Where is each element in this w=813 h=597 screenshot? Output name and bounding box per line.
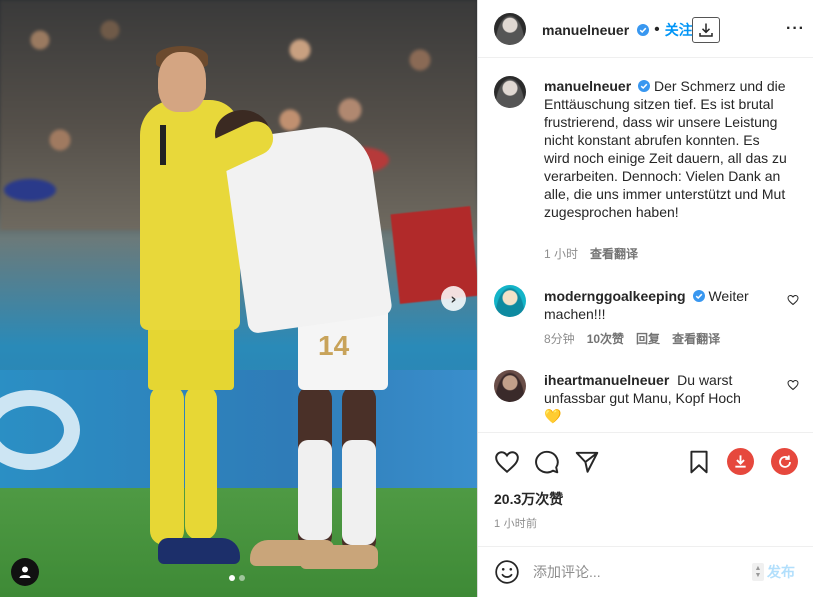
share-icon[interactable] xyxy=(574,449,600,475)
comments-list[interactable]: manuelneuer Der Schmerz und die Enttäusc… xyxy=(478,59,813,432)
user-icon xyxy=(19,566,31,578)
avatar[interactable] xyxy=(494,76,526,108)
post-time: 1 小时前 xyxy=(494,518,538,530)
carousel-dot xyxy=(239,575,245,581)
download-icon xyxy=(735,455,746,468)
comment-icon[interactable] xyxy=(534,449,560,475)
figure-part xyxy=(298,440,332,540)
avatar[interactable] xyxy=(494,370,526,402)
caption-author[interactable]: manuelneuer xyxy=(544,78,631,94)
figure-part xyxy=(185,385,217,540)
follow-button[interactable]: 关注 xyxy=(665,20,693,40)
bookmark-icon[interactable] xyxy=(686,449,712,475)
emoji-icon[interactable] xyxy=(494,559,520,585)
refresh-icon xyxy=(778,455,791,468)
post-side-panel: manuelneuer • 关注 ··· manuelneuer Der Sch… xyxy=(477,0,813,597)
comment: modernggoalkeeping Weiter machen!!! xyxy=(544,287,769,323)
download-media-button[interactable] xyxy=(727,448,754,475)
verified-badge-icon xyxy=(692,290,705,302)
reply-button[interactable]: 回复 xyxy=(636,330,660,347)
like-comment-icon[interactable] xyxy=(787,379,799,391)
figure-part xyxy=(342,440,376,545)
comment-author[interactable]: modernggoalkeeping xyxy=(544,288,686,304)
see-translation-link[interactable]: 查看翻译 xyxy=(590,245,638,262)
caption: manuelneuer Der Schmerz und die Enttäusc… xyxy=(544,77,788,221)
caption-text: Der Schmerz und die Enttäuschung sitzen … xyxy=(544,78,787,220)
publish-label: 发布 xyxy=(767,564,795,580)
comment-author[interactable]: iheartmanuelneuer xyxy=(544,372,669,388)
carousel-dot xyxy=(229,575,235,581)
figure-part xyxy=(150,385,184,545)
carousel-next-button[interactable]: › xyxy=(441,286,466,311)
avatar[interactable] xyxy=(494,13,526,45)
post-actions: 20.3万次赞 1 小时前 xyxy=(478,432,813,547)
comment-composer: ▲▼ 发布 xyxy=(478,546,813,597)
download-icon xyxy=(699,23,713,37)
see-translation-link[interactable]: 查看翻译 xyxy=(672,330,720,347)
like-comment-icon[interactable] xyxy=(787,294,799,306)
flag xyxy=(390,206,477,304)
comment-input[interactable] xyxy=(533,560,743,584)
heart-icon[interactable] xyxy=(494,449,520,475)
chevron-right-icon: › xyxy=(450,289,457,308)
figure-part xyxy=(158,52,206,112)
figure-part xyxy=(160,125,166,165)
drag-handle-icon: ▲ ▼ xyxy=(752,563,764,581)
caption-time: 1 小时 xyxy=(544,247,579,261)
verified-badge-icon xyxy=(638,80,651,92)
more-options-button[interactable]: ··· xyxy=(786,20,805,38)
carousel-dots xyxy=(229,575,245,581)
caption-meta: 1 小时 查看翻译 xyxy=(544,245,638,262)
comment-meta: 8分钟 10次赞 回复 查看翻译 xyxy=(544,330,720,347)
separator: • xyxy=(654,21,660,38)
comment: iheartmanuelneuer Du warst unfassbar gut… xyxy=(544,371,769,426)
yellow-heart-emoji: 💛 xyxy=(544,409,562,425)
comment-likes[interactable]: 10次赞 xyxy=(587,330,624,347)
verified-badge-icon xyxy=(637,24,650,36)
download-button[interactable] xyxy=(692,17,720,43)
tagged-users-button[interactable] xyxy=(11,558,39,586)
figure-part xyxy=(158,538,240,564)
post-header: manuelneuer • 关注 ··· xyxy=(478,0,813,58)
like-count[interactable]: 20.3万次赞 xyxy=(494,489,563,509)
repost-button[interactable] xyxy=(771,448,798,475)
comment-time: 8分钟 xyxy=(544,332,575,346)
author-username[interactable]: manuelneuer xyxy=(542,22,629,38)
avatar[interactable] xyxy=(494,285,526,317)
figure-part xyxy=(300,545,378,569)
advertising-board xyxy=(0,370,477,490)
publish-button[interactable]: ▲ ▼ 发布 xyxy=(752,562,795,582)
jersey-number: 14 xyxy=(318,330,350,361)
post-photo[interactable]: 14 › xyxy=(0,0,477,597)
